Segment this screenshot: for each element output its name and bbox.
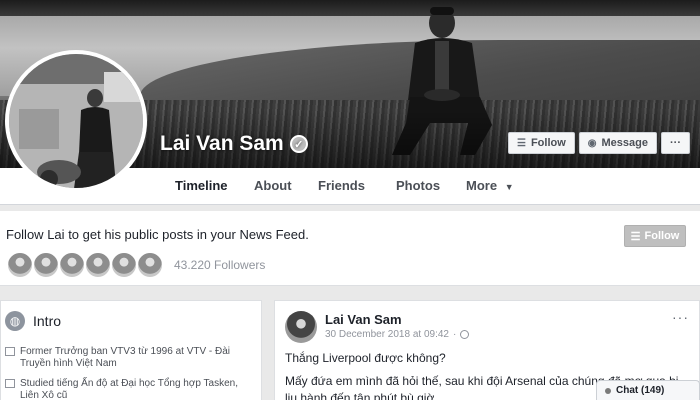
- message-button-label: Message: [601, 137, 648, 149]
- followers-count[interactable]: 43.220 Followers: [174, 258, 265, 272]
- profile-name[interactable]: Lai Van Sam ✓: [160, 132, 308, 156]
- message-button[interactable]: ◉ Message: [578, 132, 657, 154]
- graduation-cap-icon: [5, 379, 15, 388]
- online-dot-icon: [605, 387, 611, 394]
- post-meta: 30 December 2018 at 09:42 ·: [325, 329, 470, 340]
- post-timestamp[interactable]: 30 December 2018 at 09:42: [325, 329, 449, 340]
- tab-more-label: More: [466, 178, 498, 193]
- followers-row: 43.220 Followers: [6, 251, 265, 279]
- banner-follow-label: Follow: [644, 230, 680, 242]
- chat-button[interactable]: Chat (149): [596, 380, 700, 400]
- intro-item-text: Studied tiếng Ấn độ at Đại học Tổng hợp …: [20, 378, 255, 400]
- follower-avatar[interactable]: [110, 251, 138, 279]
- banner-name-link[interactable]: Lai: [47, 227, 64, 242]
- banner-suffix: to get his public posts in your News Fee…: [68, 227, 309, 242]
- rss-icon: ☰: [630, 230, 641, 243]
- follower-avatar[interactable]: [6, 251, 34, 279]
- cover-treeline: [0, 0, 700, 16]
- post-options-button[interactable]: ···: [672, 309, 689, 325]
- follow-button-label: Follow: [530, 137, 566, 149]
- messenger-icon: ◉: [587, 137, 597, 149]
- chevron-down-icon: ▼: [504, 182, 514, 192]
- intro-header: ◍ Intro: [5, 311, 61, 331]
- follow-button[interactable]: ☰ Follow: [507, 132, 575, 154]
- post-text-line1: Thắng Liverpool được không?: [285, 351, 446, 365]
- tab-about[interactable]: About: [254, 178, 292, 193]
- intro-work-text: Former Trưởng ban VTV3 từ 1996 at: [20, 346, 184, 357]
- cover-actions: ☰ Follow ◉ Message ···: [507, 132, 690, 154]
- profile-name-text[interactable]: Lai Van Sam: [160, 132, 284, 156]
- chat-label: Chat (149): [616, 385, 665, 396]
- tab-photos[interactable]: Photos: [396, 178, 440, 193]
- tab-friends[interactable]: Friends: [318, 178, 365, 193]
- follower-avatar[interactable]: [58, 251, 86, 279]
- follower-avatar[interactable]: [136, 251, 164, 279]
- intro-item-text: Former Trưởng ban VTV3 từ 1996 at VTV - …: [20, 346, 255, 370]
- intro-edu-text: Studied tiếng Ấn độ at: [20, 378, 119, 389]
- follower-avatar[interactable]: [84, 251, 112, 279]
- profile-avatar[interactable]: [5, 50, 147, 192]
- intro-item-work: Former Trưởng ban VTV3 từ 1996 at VTV - …: [5, 346, 255, 370]
- rss-icon: ☰: [516, 137, 526, 149]
- public-globe-icon[interactable]: [460, 330, 470, 339]
- post-author-avatar[interactable]: [285, 311, 317, 343]
- banner-follow-button[interactable]: ☰ Follow: [624, 225, 686, 247]
- post-author-name[interactable]: Lai Van Sam: [325, 312, 402, 327]
- intro-item-education: Studied tiếng Ấn độ at Đại học Tổng hợp …: [5, 378, 255, 400]
- more-options-label: ···: [670, 137, 681, 149]
- tab-more[interactable]: More ▼: [466, 178, 514, 193]
- banner-prefix: Follow: [6, 227, 44, 242]
- intro-title: Intro: [33, 313, 62, 329]
- follow-banner: Follow Lai to get his public posts in yo…: [0, 211, 700, 286]
- verified-check-icon: ✓: [289, 135, 308, 153]
- tab-timeline[interactable]: Timeline: [175, 178, 228, 193]
- briefcase-icon: [5, 347, 15, 356]
- follow-banner-text: Follow Lai to get his public posts in yo…: [6, 227, 309, 242]
- intro-card: ◍ Intro Former Trưởng ban VTV3 từ 1996 a…: [0, 300, 262, 400]
- globe-icon: ◍: [5, 311, 25, 331]
- more-options-button[interactable]: ···: [661, 132, 690, 154]
- follower-avatar[interactable]: [32, 251, 60, 279]
